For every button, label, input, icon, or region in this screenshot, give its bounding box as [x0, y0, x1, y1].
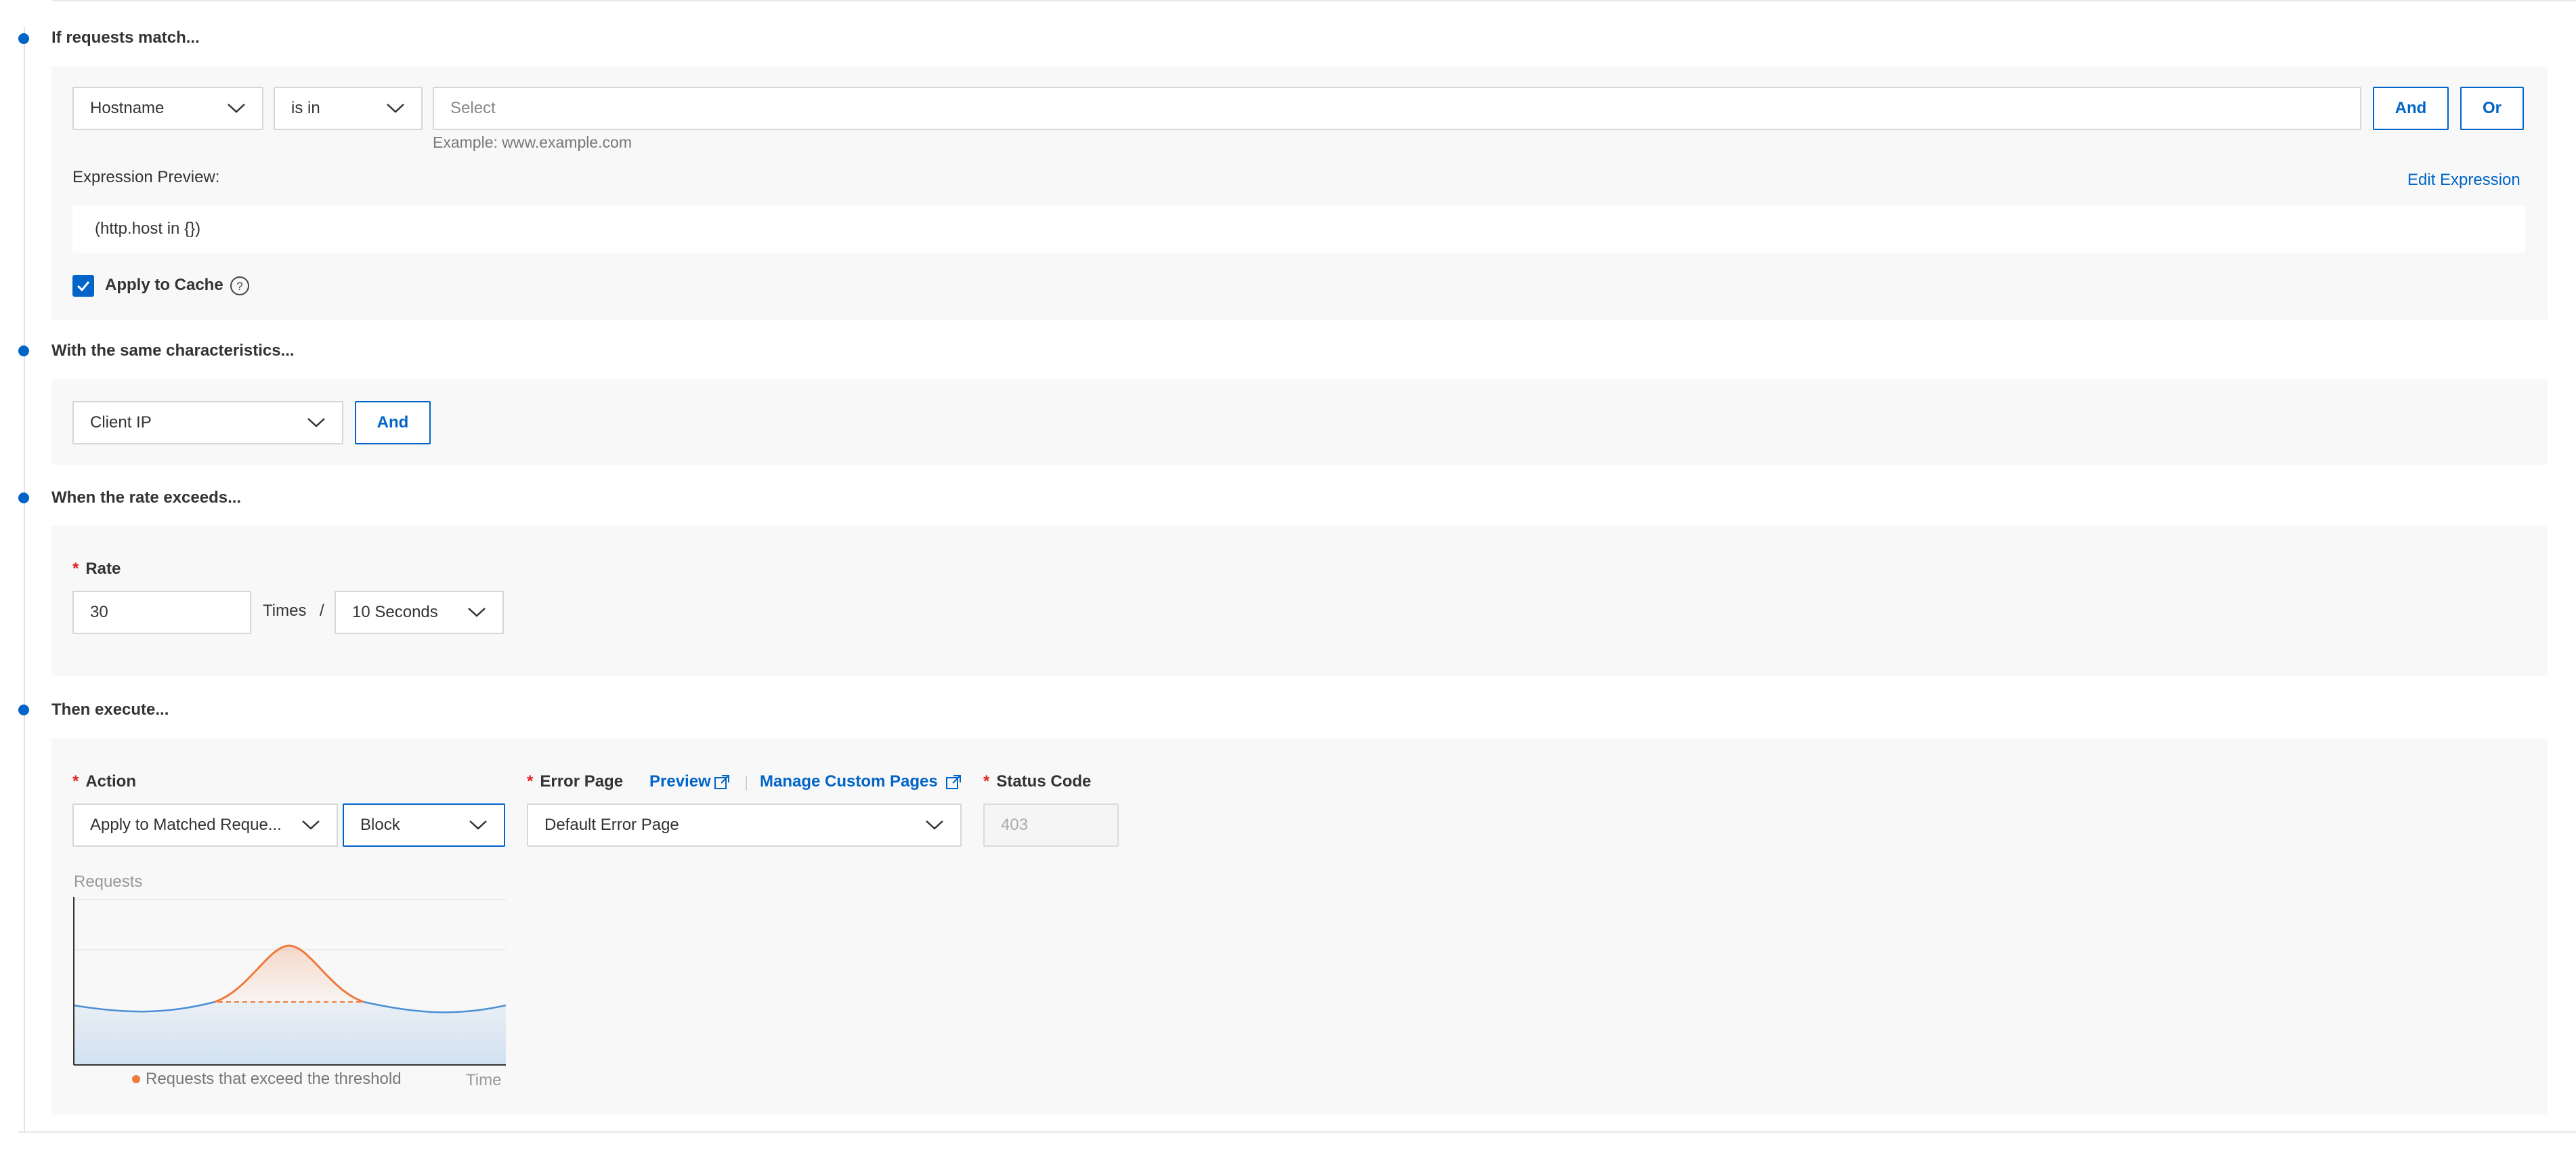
step-dot	[18, 492, 29, 503]
external-link-icon	[714, 775, 729, 789]
action-scope-value: Apply to Matched Reque...	[90, 816, 282, 834]
chevron-down-icon	[469, 820, 487, 830]
and-button[interactable]: And	[2373, 87, 2449, 130]
top-divider	[52, 0, 2576, 1]
edit-expression-link[interactable]: Edit Expression	[2407, 171, 2520, 190]
add-characteristic-and-button[interactable]: And	[355, 401, 431, 444]
link-divider	[746, 776, 747, 791]
status-code-label-text: Status Code	[996, 772, 1092, 791]
chevron-down-icon	[926, 820, 943, 830]
steps-timeline	[24, 27, 25, 1131]
field-select-value: Hostname	[90, 99, 165, 117]
period-select[interactable]: 10 Seconds	[335, 591, 504, 634]
error-page-select-value: Default Error Page	[544, 816, 679, 834]
chevron-down-icon	[302, 820, 320, 830]
chevron-down-icon	[387, 104, 404, 113]
status-code-value: 403	[1001, 816, 1029, 834]
expression-preview-label: Expression Preview:	[72, 168, 220, 186]
expression-preview-box: (http.host in {})	[72, 205, 2525, 253]
requests-threshold-chart	[73, 897, 506, 1066]
match-panel: Hostname is in Select And Or Example: ww…	[51, 66, 2548, 320]
rate-input-value: 30	[90, 603, 108, 621]
required-mark: *	[72, 772, 79, 791]
rate-panel: * Rate 30 Times / 10 Seconds	[51, 526, 2548, 676]
expression-text: (http.host in {})	[95, 219, 201, 238]
exceed-area	[215, 946, 364, 1002]
example-hint: Example: www.example.com	[433, 133, 632, 151]
action-label: * Action	[72, 772, 136, 791]
or-button[interactable]: Or	[2460, 87, 2524, 130]
error-page-label-text: Error Page	[540, 772, 624, 791]
characteristic-select[interactable]: Client IP	[72, 401, 343, 444]
step-dot	[18, 345, 29, 356]
slash-separator: /	[320, 602, 324, 620]
status-code-input: 403	[983, 803, 1119, 847]
rate-label: * Rate	[72, 560, 121, 579]
characteristics-panel: Client IP And	[51, 379, 2548, 465]
action-scope-select[interactable]: Apply to Matched Reque...	[72, 803, 338, 847]
execute-panel: * Action Apply to Matched Reque... Block …	[51, 738, 2548, 1115]
status-code-label: * Status Code	[983, 772, 1091, 791]
operator-select[interactable]: is in	[274, 87, 423, 130]
action-label-text: Action	[85, 772, 137, 791]
manage-link-text: Manage Custom Pages	[760, 772, 938, 791]
preview-link[interactable]: Preview	[649, 772, 711, 791]
required-mark: *	[527, 772, 534, 791]
step-dot	[18, 705, 29, 715]
rate-limit-rule-form: If requests match... Hostname is in Sele…	[0, 0, 2576, 1153]
required-mark: *	[72, 560, 79, 578]
action-select-value: Block	[360, 816, 400, 834]
value-select-placeholder: Select	[450, 99, 496, 117]
action-select[interactable]: Block	[343, 803, 505, 847]
period-select-value: 10 Seconds	[352, 603, 438, 621]
external-link-icon	[946, 775, 961, 789]
section-title-execute: Then execute...	[51, 700, 169, 719]
required-mark: *	[983, 772, 990, 791]
operator-select-value: is in	[291, 99, 320, 117]
check-icon	[77, 281, 90, 292]
value-select[interactable]: Select	[433, 87, 2361, 130]
chevron-down-icon	[228, 104, 245, 113]
help-icon[interactable]: ?	[230, 276, 250, 296]
manage-custom-pages-link[interactable]: Manage Custom Pages	[760, 772, 938, 791]
section-title-characteristics: With the same characteristics...	[51, 341, 295, 360]
chevron-down-icon	[307, 418, 325, 427]
chart-xlabel: Time	[466, 1071, 502, 1089]
legend-label: Requests that exceed the threshold	[146, 1070, 402, 1088]
times-label: Times	[263, 602, 307, 620]
section-title-rate: When the rate exceeds...	[51, 488, 242, 507]
bottom-divider	[18, 1131, 2576, 1133]
preview-link-text: Preview	[649, 772, 711, 791]
svg-text:?: ?	[236, 280, 242, 293]
rate-input[interactable]: 30	[72, 591, 251, 634]
chevron-down-icon	[468, 608, 486, 617]
rate-label-text: Rate	[85, 560, 121, 578]
step-dot	[18, 33, 29, 44]
apply-cache-label: Apply to Cache	[105, 276, 223, 294]
apply-cache-checkbox[interactable]	[72, 275, 94, 297]
error-page-label: * Error Page	[527, 772, 623, 791]
error-page-select[interactable]: Default Error Page	[527, 803, 962, 847]
section-title-match: If requests match...	[51, 28, 200, 47]
field-select[interactable]: Hostname	[72, 87, 263, 130]
legend-dot	[132, 1075, 140, 1083]
characteristic-select-value: Client IP	[90, 413, 152, 432]
chart-ylabel: Requests	[74, 873, 143, 891]
